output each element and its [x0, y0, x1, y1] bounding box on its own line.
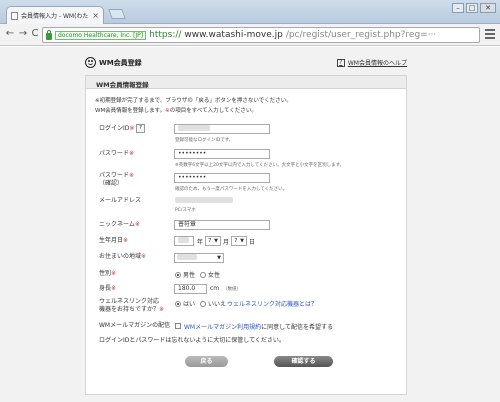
- magazine-checkbox[interactable]: [175, 323, 181, 329]
- nickname-label: ニックネーム※: [99, 221, 140, 228]
- maximize-button[interactable]: □: [466, 3, 478, 13]
- page-viewport: WM会員登録 ? WM会員情報のヘルプ WM会員情報登録 ※初期登録が完了するま…: [0, 47, 500, 402]
- password-hint: ※英数字6文字以上20文字以内で入力してください。大文字と小文字を区別します。: [175, 163, 345, 168]
- window-controls: – □ ✕: [452, 3, 496, 13]
- panel-title: WM会員情報登録: [86, 76, 406, 89]
- url-scheme: https://: [149, 30, 182, 40]
- height-input[interactable]: 180.0: [174, 284, 207, 294]
- reload-icon[interactable]: C: [28, 27, 42, 41]
- magazine-label: WMメールマガジンの配信: [99, 322, 171, 329]
- password-confirm-label: パスワード※: [99, 172, 135, 179]
- back-arrow-icon[interactable]: ←: [3, 27, 17, 41]
- height-label: 身長※: [99, 285, 117, 292]
- height-note: （数値）: [223, 287, 241, 292]
- birthday-label: 生年月日※: [99, 237, 129, 244]
- back-button[interactable]: 戻る: [185, 356, 228, 367]
- wellness-yes-radio[interactable]: はい: [175, 299, 195, 308]
- magazine-consent-text: WMメールマガジン利用規約に同意して配信を希望する: [184, 324, 333, 331]
- credentials-notice: ログインIDとパスワードは忘れないように大切に保管してください。: [99, 337, 285, 344]
- back-warning-text: ※初期登録が完了するまで、ブラウザの「戻る」ボタンを押さないでください。: [95, 98, 292, 104]
- close-window-button[interactable]: ✕: [480, 3, 496, 13]
- site-header: WM会員登録 ? WM会員情報のヘルプ: [85, 57, 407, 71]
- password-input[interactable]: ••••••••: [174, 149, 270, 159]
- instruction-prefix: WM会員情報を登録します。: [95, 108, 166, 114]
- menu-icon[interactable]: [485, 29, 495, 41]
- tab-title: 会員情報入力 - WM(わた: [21, 13, 89, 20]
- login-id-label: ログインID※: [99, 125, 135, 132]
- help-link-text: WM会員情報のヘルプ: [347, 60, 407, 67]
- region-select[interactable]: ▼: [174, 253, 224, 263]
- wellness-no-radio[interactable]: いいえ: [200, 299, 226, 308]
- wellness-info-link[interactable]: ウェルネスリンク対応機器とは？: [227, 299, 317, 308]
- month-unit: 月: [223, 239, 230, 246]
- password-confirm-hint: 確認のため、もう一度パスワードを入力してください。: [175, 187, 288, 192]
- radio-selected-icon: [175, 300, 181, 307]
- radio-icon: [200, 271, 206, 278]
- page-favicon-icon: [11, 11, 18, 20]
- gender-male-radio[interactable]: 男性: [175, 270, 195, 279]
- email-type: PC/スマホ: [175, 208, 196, 213]
- year-unit: 年: [197, 239, 204, 246]
- birth-month-select[interactable]: 7 ▼: [205, 236, 221, 246]
- password-confirm-input[interactable]: ••••••••: [174, 173, 270, 183]
- day-unit: 日: [249, 239, 256, 246]
- radio-selected-icon: [175, 271, 181, 278]
- question-icon: ?: [336, 58, 345, 67]
- email-label: メールアドレス: [99, 197, 142, 204]
- chevron-down-icon: ▼: [217, 255, 221, 261]
- birth-year-input[interactable]: [174, 236, 194, 246]
- confirm-button[interactable]: 確認する: [274, 356, 333, 367]
- radio-icon: [200, 300, 206, 307]
- logo-text: WM会員登録: [99, 58, 142, 67]
- wellness-sublabel: 機器をお持ちですか？※: [99, 306, 165, 313]
- chevron-down-icon: ▼: [214, 238, 218, 244]
- lock-icon: [46, 29, 52, 40]
- smiley-logo-icon: [85, 57, 96, 68]
- region-label: お住まいの地域※: [99, 253, 147, 260]
- password-confirm-sublabel: （確認）: [99, 180, 124, 187]
- birth-day-select[interactable]: 7 ▼: [231, 236, 247, 246]
- browser-toolbar: ← → C docomo Healthcare, Inc. [JP] https…: [0, 24, 500, 46]
- password-label: パスワード※: [99, 150, 135, 157]
- nickname-input[interactable]: 普符章: [174, 220, 270, 230]
- wellness-label: ウェルネスリンク対応: [99, 298, 160, 305]
- help-link[interactable]: ? WM会員情報のヘルプ: [336, 58, 407, 67]
- tab-close-icon[interactable]: ×: [92, 11, 99, 20]
- logo: WM会員登録: [85, 57, 142, 68]
- url-host: www.watashi-move.jp: [184, 30, 283, 40]
- login-id-input[interactable]: [174, 124, 270, 134]
- ev-certificate-badge[interactable]: docomo Healthcare, Inc. [JP]: [55, 30, 147, 40]
- instruction-text: WM会員情報を登録します。※の項目をすべて入力してください。: [95, 106, 257, 114]
- instruction-suffix: の項目をすべて入力してください。: [169, 108, 257, 114]
- gender-label: 性別※: [99, 270, 117, 277]
- login-id-help-icon[interactable]: ?: [136, 124, 145, 133]
- gender-female-radio[interactable]: 女性: [200, 270, 220, 279]
- new-tab-button[interactable]: [108, 9, 126, 19]
- address-bar[interactable]: docomo Healthcare, Inc. [JP] https://www…: [42, 27, 480, 43]
- browser-tab[interactable]: 会員情報入力 - WM(わた ×: [6, 6, 104, 24]
- minimize-button[interactable]: –: [452, 3, 464, 13]
- chevron-down-icon: ▼: [240, 238, 244, 244]
- height-unit: cm: [210, 285, 220, 292]
- login-id-hint: 登録可能なログインIDです。: [175, 138, 234, 143]
- magazine-terms-link[interactable]: WMメールマガジン利用規約: [184, 324, 261, 331]
- url-path: /pc/regist/user_regist.php?reg=···: [285, 30, 437, 40]
- registration-panel: WM会員情報登録 ※初期登録が完了するまで、ブラウザの「戻る」ボタンを押さないで…: [85, 75, 407, 395]
- title-bar: 会員情報入力 - WM(わた × – □ ✕: [0, 0, 500, 24]
- email-value: [175, 197, 233, 205]
